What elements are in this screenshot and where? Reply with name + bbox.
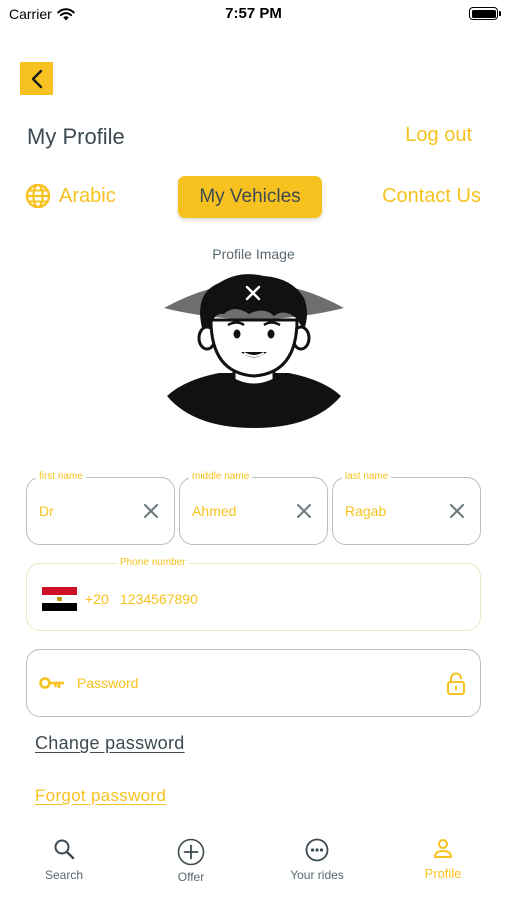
clear-middle-name-icon[interactable] bbox=[295, 502, 313, 520]
language-label: Arabic bbox=[59, 184, 116, 207]
tab-search-label: Search bbox=[44, 868, 84, 882]
chevron-left-icon bbox=[31, 69, 42, 88]
tab-bar: Search Offer Your rides Profile bbox=[0, 830, 507, 900]
egypt-flag-icon[interactable] bbox=[42, 587, 77, 611]
middle-name-value: Ahmed bbox=[192, 503, 237, 519]
clear-first-name-icon[interactable] bbox=[142, 502, 160, 520]
password-field[interactable]: Password bbox=[26, 649, 481, 717]
battery-icon bbox=[469, 7, 501, 20]
lock-icon[interactable] bbox=[446, 672, 466, 696]
middle-name-label: middle name bbox=[189, 470, 253, 484]
status-time: 7:57 PM bbox=[225, 5, 282, 22]
password-placeholder: Password bbox=[77, 675, 139, 691]
logout-link[interactable]: Log out bbox=[405, 124, 472, 147]
last-name-label: last name bbox=[342, 470, 392, 484]
person-icon bbox=[434, 839, 452, 858]
profile-image-label: Profile Image bbox=[212, 246, 295, 262]
forgot-password-link[interactable]: Forgot password bbox=[35, 786, 166, 806]
phone-number-label: Phone number bbox=[117, 556, 189, 570]
last-name-field[interactable]: last name Ragab bbox=[332, 470, 481, 545]
key-icon bbox=[39, 677, 65, 689]
phone-number-value: 1234567890 bbox=[120, 591, 198, 607]
language-button[interactable]: Arabic bbox=[25, 183, 116, 209]
tab-search[interactable]: Search bbox=[14, 838, 114, 882]
tab-offer[interactable]: Offer bbox=[141, 838, 241, 884]
first-name-label: first name bbox=[36, 470, 86, 484]
phone-number-field[interactable]: Phone number +20 1234567890 bbox=[26, 556, 481, 631]
middle-name-field[interactable]: middle name Ahmed bbox=[179, 470, 328, 545]
contact-us-link[interactable]: Contact Us bbox=[382, 185, 481, 208]
status-bar: Carrier 7:57 PM bbox=[0, 0, 507, 30]
back-button[interactable] bbox=[20, 62, 53, 95]
tab-profile[interactable]: Profile bbox=[393, 838, 493, 881]
my-vehicles-button[interactable]: My Vehicles bbox=[178, 176, 322, 218]
change-password-link[interactable]: Change password bbox=[35, 733, 185, 754]
tab-profile-label: Profile bbox=[424, 866, 462, 881]
clear-last-name-icon[interactable] bbox=[448, 502, 466, 520]
tab-offer-label: Offer bbox=[177, 870, 205, 884]
remove-image-button[interactable] bbox=[238, 278, 268, 308]
tab-your-rides[interactable]: Your rides bbox=[267, 838, 367, 882]
first-name-field[interactable]: first name Dr bbox=[26, 470, 175, 545]
globe-icon bbox=[25, 183, 51, 209]
search-icon bbox=[54, 839, 75, 860]
plus-circle-icon bbox=[177, 838, 205, 866]
first-name-value: Dr bbox=[39, 503, 54, 519]
last-name-value: Ragab bbox=[345, 503, 387, 519]
close-icon bbox=[245, 285, 261, 301]
page-title: My Profile bbox=[27, 124, 125, 149]
country-code: +20 bbox=[85, 591, 109, 607]
tab-your-rides-label: Your rides bbox=[290, 868, 344, 882]
more-circle-icon bbox=[305, 838, 329, 862]
